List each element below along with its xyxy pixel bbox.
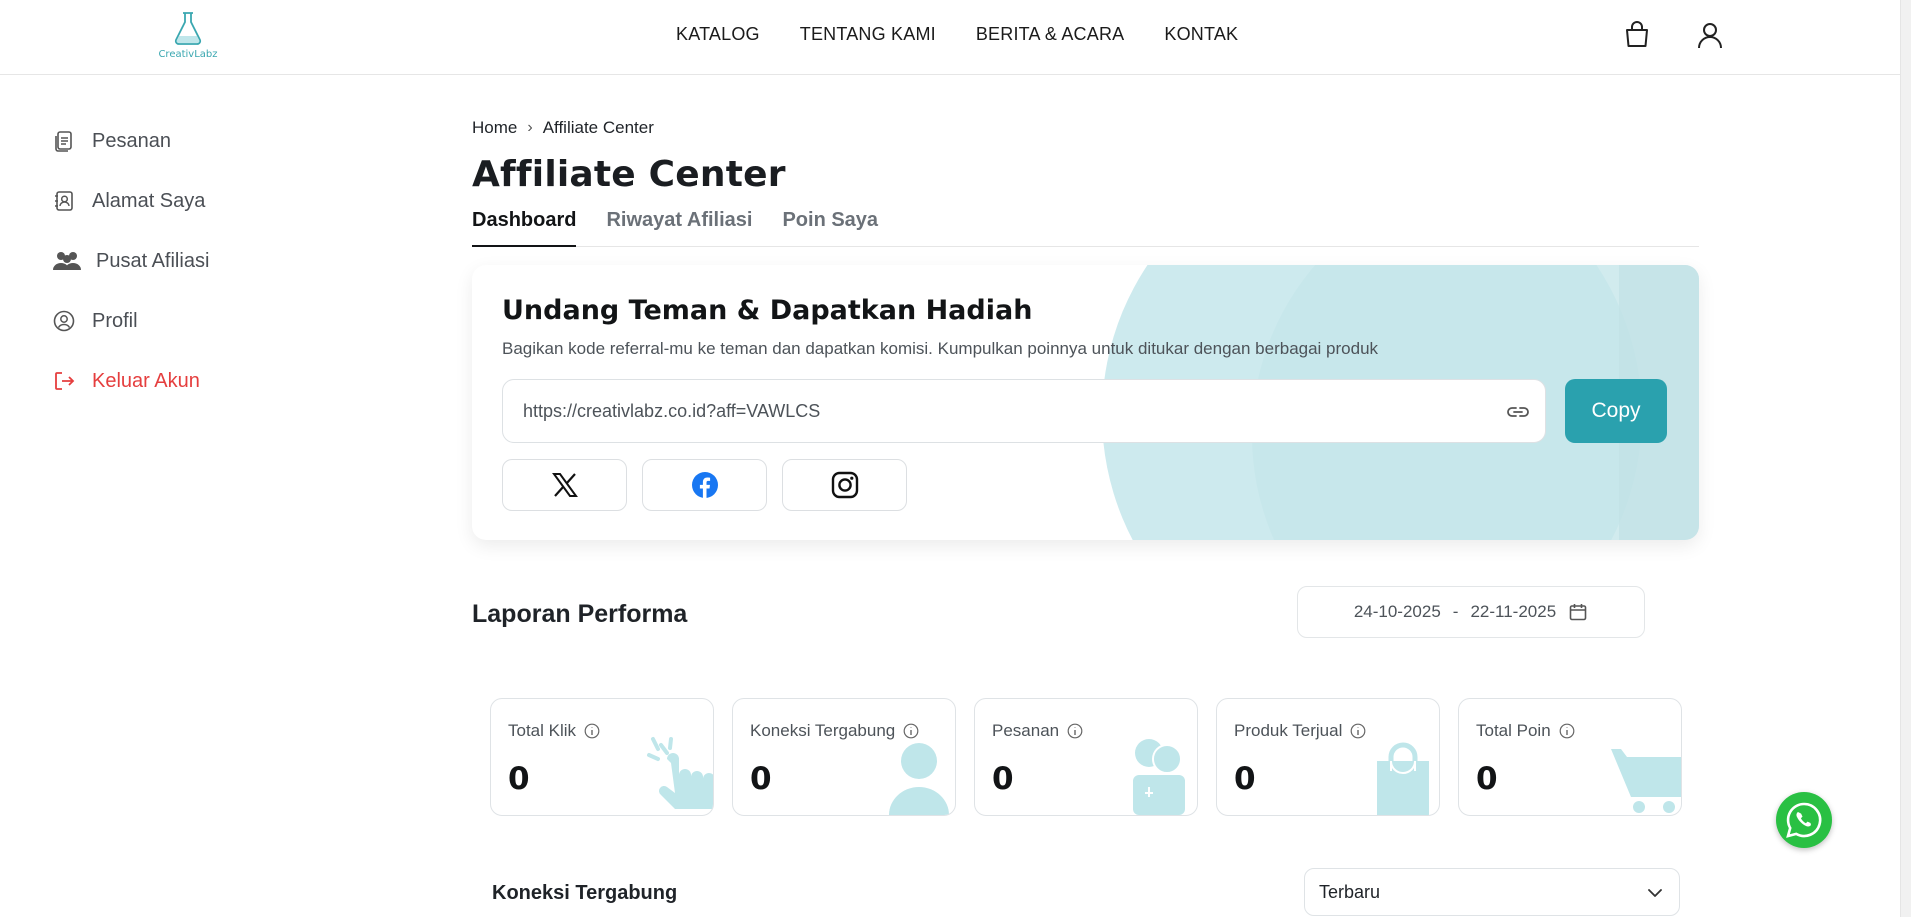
sidebar-item-label: Profil [92,309,138,332]
stat-card-pesanan: Pesanan 0 [974,698,1198,816]
person-icon [889,743,949,815]
flask-icon [174,12,202,45]
info-icon[interactable] [1559,723,1575,739]
invite-card: Undang Teman & Dapatkan Hadiah Bagikan k… [472,265,1699,540]
stat-label-text: Total Poin [1476,721,1551,740]
cart-icon [1611,749,1681,813]
copy-button[interactable]: Copy [1565,379,1667,443]
sort-select[interactable]: Terbaru [1304,868,1680,916]
nav-berita-acara[interactable]: BERITA & ACARA [976,24,1125,45]
facebook-icon [691,472,718,498]
share-facebook-button[interactable] [642,459,767,511]
main-content: Home › Affiliate Center Affiliate Center… [472,118,1699,916]
x-icon [551,473,578,497]
nav-kontak[interactable]: KONTAK [1164,24,1238,45]
nav-tentang-kami[interactable]: TENTANG KAMI [800,24,936,45]
date-range-picker[interactable]: 24-10-2025 - 22-11-2025 [1297,586,1645,638]
account-sidebar: Pesanan Alamat Saya Pusat Afiliasi Profi… [52,126,312,426]
stat-value: 0 [508,761,530,797]
info-icon[interactable] [1067,723,1083,739]
tab-riwayat-afiliasi[interactable]: Riwayat Afiliasi [606,207,752,247]
stat-label-text: Total Klik [508,721,577,740]
logout-icon [52,369,76,393]
connections-title: Koneksi Tergabung [492,882,678,904]
stat-value: 0 [1234,761,1256,797]
sidebar-item-label: Alamat Saya [92,189,206,212]
profile-circle-icon [52,309,76,333]
whatsapp-chat-button[interactable] [1776,792,1832,848]
tap-hand-icon [647,737,713,809]
performance-title: Laporan Performa [472,600,688,628]
main-nav: KATALOG TENTANG KAMI BERITA & ACARA KONT… [676,24,1238,45]
user-icon[interactable] [1695,20,1725,50]
invite-title: Undang Teman & Dapatkan Hadiah [502,295,1033,326]
breadcrumb-home[interactable]: Home [472,118,517,138]
stat-label: Total Poin [1476,721,1575,741]
shopping-bag-icon[interactable] [1622,20,1652,50]
tab-dashboard[interactable]: Dashboard [472,207,577,247]
referral-link-text: https://creativlabz.co.id?aff=VAWLCS [523,400,821,421]
document-icon [52,129,76,153]
users-icon [52,249,82,273]
stat-card-total-klik: Total Klik 0 [490,698,714,816]
sidebar-item-pesanan[interactable]: Pesanan [52,126,312,156]
invite-subtitle: Bagikan kode referral-mu ke teman dan da… [502,339,1379,358]
logo-text: CreativLabz [158,49,218,60]
stat-card-koneksi-tergabung: Koneksi Tergabung 0 [732,698,956,816]
stat-label-text: Koneksi Tergabung [750,721,896,740]
stat-label-text: Pesanan [992,721,1060,740]
stat-label: Pesanan [992,721,1083,741]
top-header: CreativLabz KATALOG TENTANG KAMI BERITA … [0,0,1900,75]
sidebar-item-pusat-afiliasi[interactable]: Pusat Afiliasi [52,246,312,276]
tab-bar: Dashboard Riwayat Afiliasi Poin Saya [472,207,1699,247]
money-jar-icon [1133,739,1185,815]
stat-card-produk-terjual: Produk Terjual 0 [1216,698,1440,816]
page-scrollbar[interactable] [1900,0,1911,917]
page-title: Affiliate Center [472,154,786,195]
stat-value: 0 [1476,761,1498,797]
info-icon[interactable] [1350,723,1366,739]
info-icon[interactable] [584,723,600,739]
date-start: 24-10-2025 [1353,602,1441,621]
stats-row: Total Klik 0 Koneksi Tergabung 0 Pesanan [490,698,1682,816]
sort-select-value: Terbaru [1319,881,1381,902]
whatsapp-icon [1786,802,1822,838]
instagram-icon [831,471,858,499]
date-end: 22-11-2025 [1470,602,1557,621]
sidebar-item-label: Pesanan [92,129,171,152]
stat-card-total-poin: Total Poin 0 [1458,698,1682,816]
stat-label: Produk Terjual [1234,721,1366,741]
tab-poin-saya[interactable]: Poin Saya [782,207,878,247]
stat-label-text: Produk Terjual [1234,721,1343,740]
address-book-icon [52,189,76,213]
sidebar-item-label: Keluar Akun [92,369,200,392]
referral-link-field[interactable]: https://creativlabz.co.id?aff=VAWLCS [502,379,1546,443]
sidebar-item-label: Pusat Afiliasi [96,249,210,272]
sidebar-item-keluar-akun[interactable]: Keluar Akun [52,366,312,396]
nav-katalog[interactable]: KATALOG [676,24,760,45]
breadcrumb-separator: › [527,119,533,136]
stat-label: Total Klik [508,721,600,741]
share-instagram-button[interactable] [782,459,907,511]
calendar-icon [1569,604,1587,621]
link-icon [1507,407,1529,417]
date-separator: - [1452,602,1459,621]
breadcrumb-current: Affiliate Center [542,118,654,137]
sidebar-item-profil[interactable]: Profil [52,306,312,336]
stat-value: 0 [750,761,772,797]
shopping-bag-icon [1377,742,1429,815]
logo[interactable]: CreativLabz [156,10,220,62]
chevron-down-icon [1648,889,1662,897]
breadcrumb: Home › Affiliate Center [472,118,1699,138]
sidebar-item-alamat-saya[interactable]: Alamat Saya [52,186,312,216]
share-x-button[interactable] [502,459,627,511]
stat-value: 0 [992,761,1014,797]
